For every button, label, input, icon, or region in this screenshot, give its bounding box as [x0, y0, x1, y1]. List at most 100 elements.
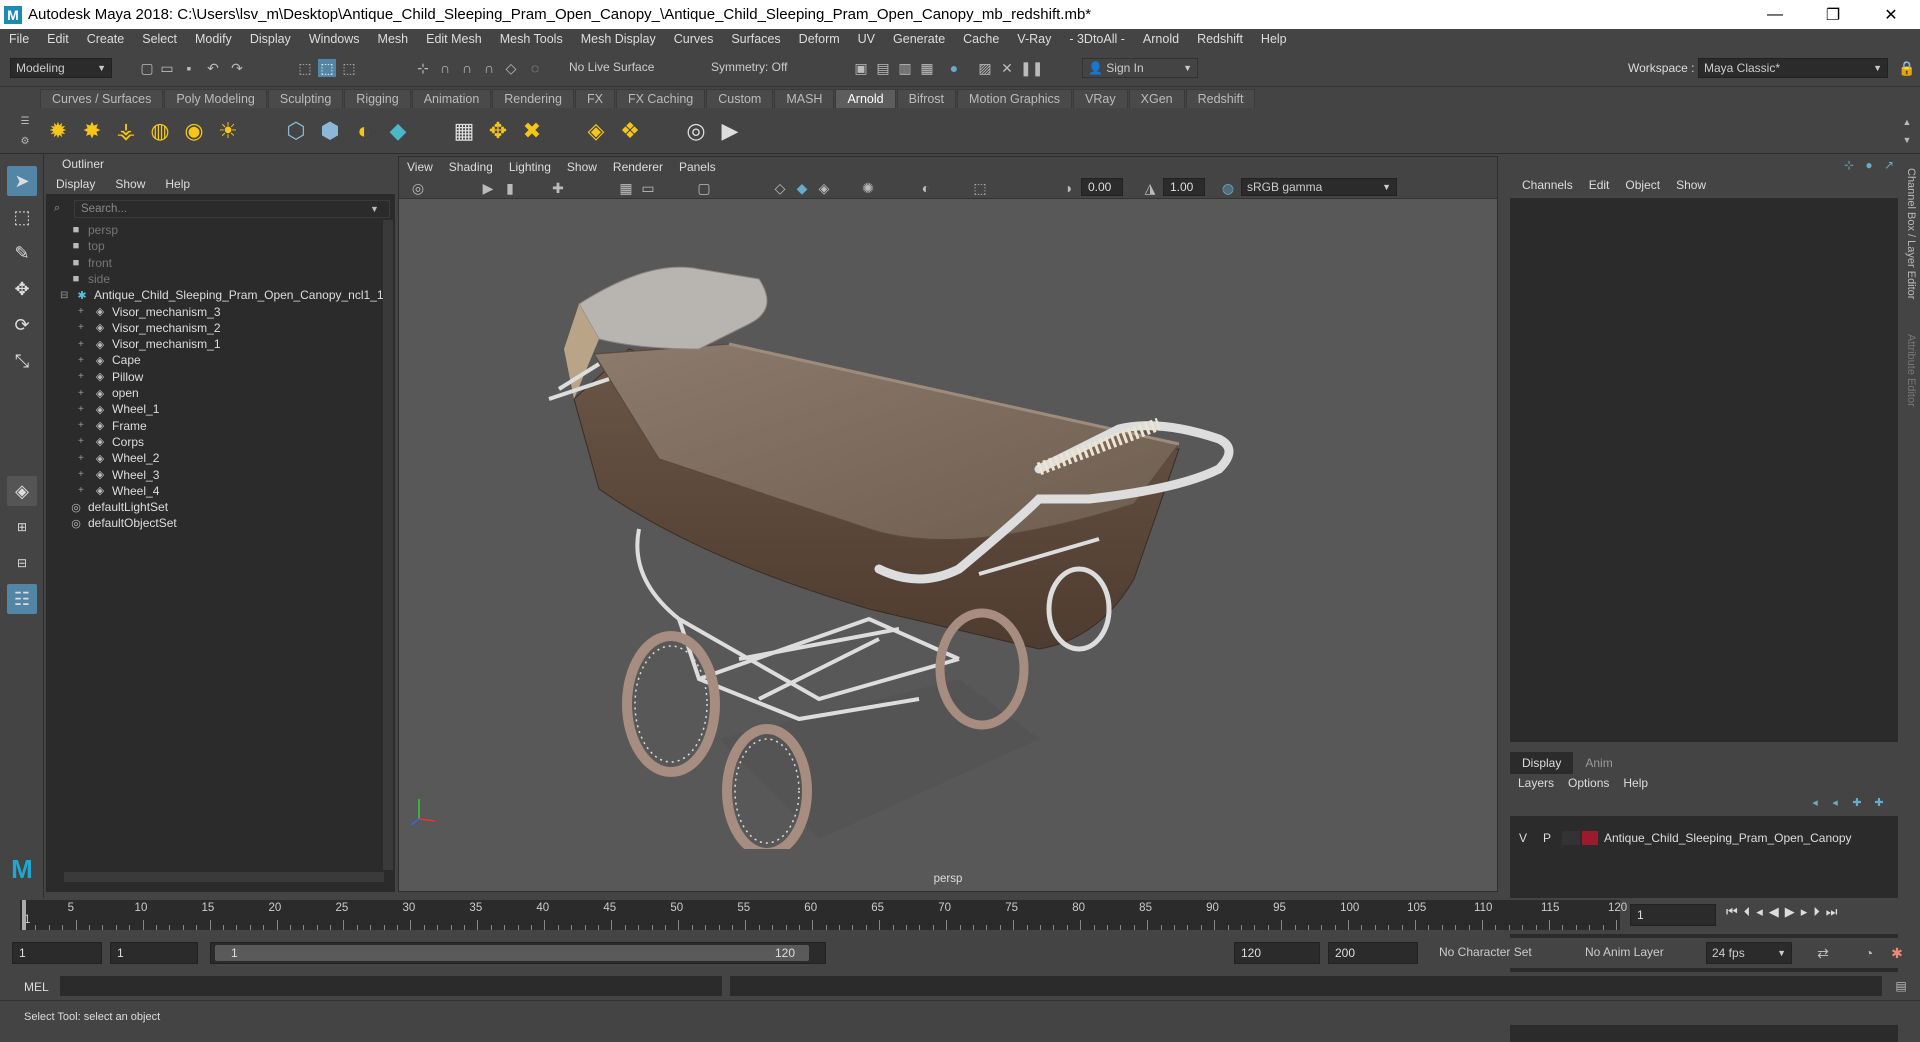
expand-icon[interactable]: + [78, 469, 90, 480]
attribute-editor-toggle-icon[interactable]: ● [1860, 156, 1878, 174]
menu-v-ray[interactable]: V-Ray [1008, 32, 1060, 46]
channel-box-area[interactable] [1510, 198, 1898, 742]
mode-dropdown[interactable]: Modeling ▼ [10, 58, 112, 78]
layer-color-swatch[interactable] [1582, 831, 1598, 845]
mel-label[interactable]: MEL [24, 980, 49, 994]
menu-select[interactable]: Select [133, 32, 186, 46]
isolate-select-icon[interactable]: ⬚ [971, 179, 989, 197]
exposure-field[interactable]: 0.00 [1081, 178, 1123, 196]
outliner-menu-show[interactable]: Show [105, 177, 155, 191]
shadows-icon[interactable]: ◐ [917, 179, 935, 197]
wheel-1-mesh[interactable] [622, 631, 720, 777]
light-portal-icon[interactable]: ◉ [180, 117, 208, 145]
menu-deform[interactable]: Deform [790, 32, 849, 46]
expand-icon[interactable]: + [78, 339, 90, 350]
menu-redshift[interactable]: Redshift [1188, 32, 1252, 46]
current-time-marker[interactable] [22, 900, 26, 930]
render-view-icon[interactable]: ▣ [852, 59, 870, 77]
grid-icon[interactable]: ▦ [617, 179, 635, 197]
playback-start-field[interactable]: 1 [110, 942, 198, 964]
shelf-tab-motion-graphics[interactable]: Motion Graphics [957, 88, 1073, 108]
minimize-button[interactable]: — [1746, 0, 1804, 29]
single-perspective-layout-icon[interactable]: ◈ [7, 476, 37, 506]
select-tool-icon[interactable]: ➤ [7, 166, 37, 196]
channel-box-menu-channels[interactable]: Channels [1514, 178, 1581, 192]
menu-uv[interactable]: UV [849, 32, 884, 46]
step-back-key-icon[interactable]: ⏴ [1744, 904, 1751, 920]
menu-mesh[interactable]: Mesh [369, 32, 418, 46]
menu-arnold[interactable]: Arnold [1134, 32, 1188, 46]
layer-name[interactable]: Antique_Child_Sleeping_Pram_Open_Canopy [1604, 831, 1852, 845]
smooth-shade-icon[interactable]: ◆ [793, 179, 811, 197]
anim-layer-dropdown[interactable]: No Anim Layer [1580, 942, 1692, 964]
workspace-dropdown[interactable]: Maya Classic* ▼ [1698, 58, 1888, 78]
layer-row[interactable]: V P Antique_Child_Sleeping_Pram_Open_Can… [1514, 828, 1852, 848]
safe-action-icon[interactable]: ▢ [695, 179, 713, 197]
paint-select-tool-icon[interactable]: ✎ [7, 238, 37, 268]
search-dropdown-icon[interactable]: ▼ [370, 204, 379, 214]
menu-generate[interactable]: Generate [884, 32, 954, 46]
start-time-field[interactable]: 1 [12, 942, 102, 964]
save-scene-icon[interactable]: ▪ [180, 59, 198, 77]
expand-icon[interactable]: + [78, 322, 90, 333]
script-editor-icon[interactable]: ▤ [1892, 977, 1910, 995]
layer-playback-toggle[interactable]: P [1536, 831, 1558, 845]
sign-in-button[interactable]: 👤 Sign In ▼ [1082, 58, 1198, 78]
export-standin-icon[interactable]: ⬢ [316, 117, 344, 145]
playback-end-field[interactable]: 120 [1234, 942, 1320, 964]
shelf-menu-icon[interactable]: ☰ [16, 113, 34, 131]
viewport-menu-view[interactable]: View [399, 160, 441, 174]
menu-curves[interactable]: Curves [665, 32, 723, 46]
create-lookdev-icon[interactable]: ◈ [582, 117, 610, 145]
expand-icon[interactable]: + [78, 436, 90, 447]
layer-menu-layers[interactable]: Layers [1518, 776, 1562, 790]
volume-icon[interactable]: ◐ [350, 117, 378, 145]
channel-box-menu-edit[interactable]: Edit [1581, 178, 1618, 192]
play-forward-icon[interactable]: ▶ [1785, 904, 1795, 920]
restore-button[interactable]: ❐ [1804, 0, 1862, 29]
layer-menu-help[interactable]: Help [1623, 776, 1656, 790]
image-plane-icon[interactable]: ✚ [549, 179, 567, 197]
loop-icon[interactable]: ⇄ [1814, 944, 1832, 962]
channel-box-menu-show[interactable]: Show [1668, 178, 1714, 192]
use-default-material-icon[interactable]: ✺ [859, 179, 877, 197]
outliner-menu-display[interactable]: Display [46, 177, 105, 191]
move-layer-up-icon[interactable]: ◂ [1806, 794, 1824, 812]
curve-collector-icon[interactable]: ◆ [384, 117, 412, 145]
four-view-layout-icon[interactable]: ⊞ [7, 512, 37, 542]
snap-surface-icon[interactable]: ◇ [502, 59, 520, 77]
expand-icon[interactable]: + [78, 420, 90, 431]
scale-tool-icon[interactable]: ⤡ [7, 346, 37, 376]
select-object-icon[interactable]: ⬚ [318, 59, 336, 77]
layer-visibility-toggle[interactable]: V [1514, 831, 1532, 845]
ipr-render-icon[interactable]: ▥ [896, 59, 914, 77]
outliner-layout-icon[interactable]: ☷ [7, 584, 37, 614]
shelf-tab-fx[interactable]: FX [574, 88, 615, 108]
menu-help[interactable]: Help [1252, 32, 1296, 46]
arnold-settings-icon[interactable]: ❖ [616, 117, 644, 145]
shelf-tab-arnold[interactable]: Arnold [835, 88, 896, 108]
physical-sky-icon[interactable]: ☀ [214, 117, 242, 145]
shelf-tab-rendering[interactable]: Rendering [492, 88, 574, 108]
viewport-menu-lighting[interactable]: Lighting [501, 160, 559, 174]
fps-dropdown[interactable]: 24 fps ▼ [1706, 942, 1792, 964]
color-space-dropdown[interactable]: sRGB gamma ▼ [1241, 178, 1397, 196]
shelf-tab-mash[interactable]: MASH [774, 88, 835, 108]
step-back-frame-icon[interactable]: ◂ [1756, 904, 1763, 920]
shelf-tab-bifrost[interactable]: Bifrost [896, 88, 957, 108]
go-to-start-icon[interactable]: ⏮ [1726, 904, 1738, 920]
color-management-icon[interactable]: ◍ [1219, 179, 1237, 197]
shelf-tab-xgen[interactable]: XGen [1128, 88, 1185, 108]
snap-grid-icon[interactable]: ⊹ [414, 59, 432, 77]
lasso-tool-icon[interactable]: ⬚ [7, 202, 37, 232]
menu-edit-mesh[interactable]: Edit Mesh [417, 32, 491, 46]
expand-icon[interactable]: + [78, 306, 90, 317]
step-forward-frame-icon[interactable]: ▸ [1801, 904, 1808, 920]
lock-icon[interactable]: 🔒 [1898, 59, 1916, 77]
shelf-tab-fx-caching[interactable]: FX Caching [615, 88, 706, 108]
menu-modify[interactable]: Modify [186, 32, 241, 46]
shelf-tab-sculpting[interactable]: Sculpting [267, 88, 344, 108]
channel-box-toggle-icon[interactable]: ⊹ [1840, 156, 1858, 174]
shelf-tab-poly-modeling[interactable]: Poly Modeling [164, 88, 267, 108]
layer-tab-anim[interactable]: Anim [1573, 752, 1624, 774]
